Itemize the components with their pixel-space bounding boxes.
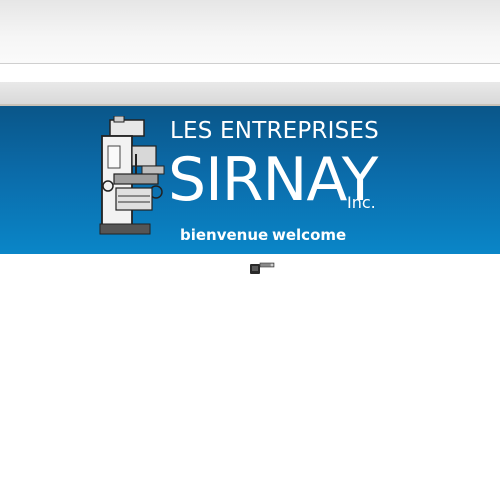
caliper-tool-icon (250, 262, 275, 274)
nav-link-bienvenue[interactable]: bienvenue (180, 226, 268, 244)
nav-link-welcome[interactable]: welcome (272, 226, 346, 244)
header-banner: LES ENTREPRISES SIRNAY Inc. bienvenue we… (0, 106, 500, 254)
company-name-line1: LES ENTREPRISES (170, 118, 379, 144)
milling-machine-icon (99, 116, 165, 235)
spacer (0, 64, 500, 82)
company-suffix: Inc. (347, 193, 376, 212)
company-name: SIRNAY (168, 145, 378, 215)
top-bar (0, 0, 500, 64)
grey-strip (0, 82, 500, 106)
